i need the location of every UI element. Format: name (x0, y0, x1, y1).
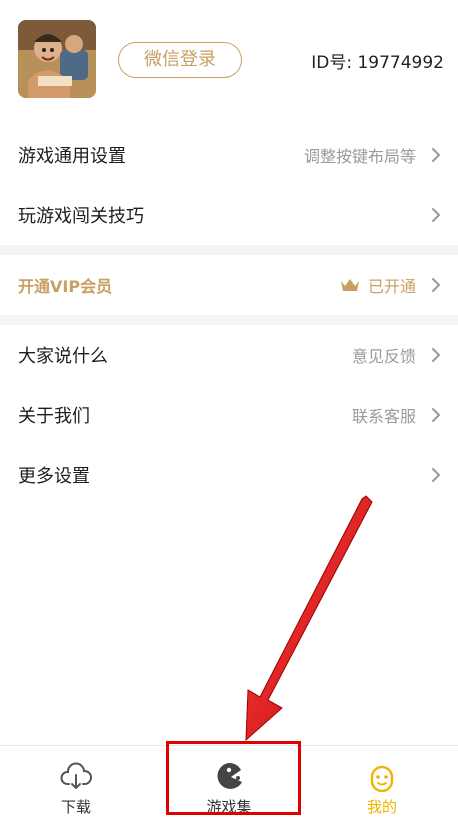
section-divider (0, 245, 458, 255)
pacman-icon (217, 762, 242, 789)
vip-label: 开通VIP会员 (18, 277, 113, 296)
row-label: 关于我们 (18, 406, 90, 427)
settings-row-general[interactable]: 游戏通用设置 调整按键布局等 (0, 125, 458, 185)
smiley-face-icon (370, 765, 394, 792)
row-value: 意见反馈 (351, 347, 416, 366)
avatar[interactable] (18, 20, 96, 98)
profile-header: 微信登录 ID号: 19774992 (0, 0, 458, 118)
vip-group: 开通VIP会员 已开通 (0, 255, 458, 315)
more-row-about[interactable]: 关于我们 联系客服 (0, 385, 458, 445)
cloud-download-icon (60, 762, 92, 789)
avatar-image (18, 20, 96, 98)
settings-row-tips[interactable]: 玩游戏闯关技巧 (0, 185, 458, 245)
chevron-right-icon (432, 348, 440, 362)
tab-label: 下载 (60, 798, 91, 816)
chevron-right-icon (432, 208, 440, 222)
tab-label: 游戏集 (206, 798, 252, 816)
wechat-login-button[interactable]: 微信登录 (118, 42, 242, 78)
tab-download[interactable]: 下载 (0, 746, 152, 820)
chevron-right-icon (432, 278, 440, 292)
bottom-tab-bar: 下载 游戏集 我的 (0, 745, 458, 820)
vip-status: 已开通 (367, 277, 416, 296)
section-divider (0, 315, 458, 325)
settings-group: 游戏通用设置 调整按键布局等 玩游戏闯关技巧 (0, 125, 458, 245)
user-id: ID号: 19774992 (311, 53, 444, 73)
chevron-right-icon (432, 468, 440, 482)
crown-icon (341, 279, 359, 291)
row-label: 玩游戏闯关技巧 (18, 206, 144, 227)
vip-row[interactable]: 开通VIP会员 已开通 (0, 255, 458, 315)
more-row-feedback[interactable]: 大家说什么 意见反馈 (0, 325, 458, 385)
tab-label: 我的 (366, 798, 397, 816)
row-label: 大家说什么 (18, 346, 108, 367)
row-value: 调整按键布局等 (303, 147, 416, 166)
chevron-right-icon (432, 408, 440, 422)
row-label: 游戏通用设置 (18, 146, 126, 167)
row-label: 更多设置 (18, 466, 90, 487)
row-value: 联系客服 (351, 407, 416, 426)
tab-mine[interactable]: 我的 (306, 746, 458, 820)
tab-game-collection[interactable]: 游戏集 (152, 746, 306, 820)
more-row-settings[interactable]: 更多设置 (0, 445, 458, 505)
chevron-right-icon (432, 148, 440, 162)
more-group: 大家说什么 意见反馈 关于我们 联系客服 更多设置 (0, 325, 458, 505)
